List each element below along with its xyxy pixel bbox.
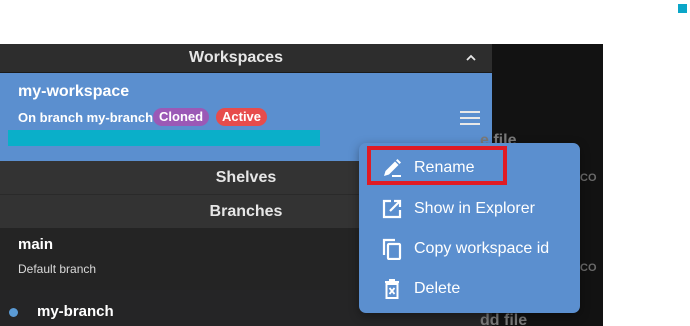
corner-marker <box>678 4 687 13</box>
branch-description: Default branch <box>18 262 97 276</box>
workspace-menu-icon[interactable] <box>460 110 480 126</box>
current-branch-dot <box>9 308 18 317</box>
workspace-branch: On branch my-branch <box>18 110 154 125</box>
menu-item-label: Show in Explorer <box>414 200 535 217</box>
copy-icon <box>382 238 402 260</box>
progress-fill <box>8 130 320 146</box>
workspaces-header[interactable]: Workspaces <box>0 44 492 73</box>
obscured-text: dd file <box>480 312 528 326</box>
branch-name: my-branch <box>37 303 114 320</box>
menu-item-label: Delete <box>414 280 461 297</box>
rename-highlight-box <box>367 146 507 185</box>
obscured-text: CO <box>580 262 597 274</box>
menu-item-show-in-explorer[interactable]: Show in Explorer <box>359 189 580 229</box>
menu-item-delete[interactable]: Delete <box>359 269 580 309</box>
active-badge: Active <box>216 108 268 126</box>
chevron-up-icon[interactable] <box>466 53 476 63</box>
cloned-badge: Cloned <box>153 108 210 126</box>
workspace-name: my-workspace <box>18 83 130 100</box>
menu-item-label: Copy workspace id <box>414 240 550 257</box>
obscured-text: CO <box>580 172 597 184</box>
open-external-icon <box>382 199 402 219</box>
trash-icon <box>385 279 399 299</box>
branch-name: main <box>18 236 54 253</box>
workspaces-title: Workspaces <box>189 49 283 66</box>
menu-item-copy-workspace-id[interactable]: Copy workspace id <box>359 229 580 269</box>
workspace-progress-bar <box>8 130 320 146</box>
